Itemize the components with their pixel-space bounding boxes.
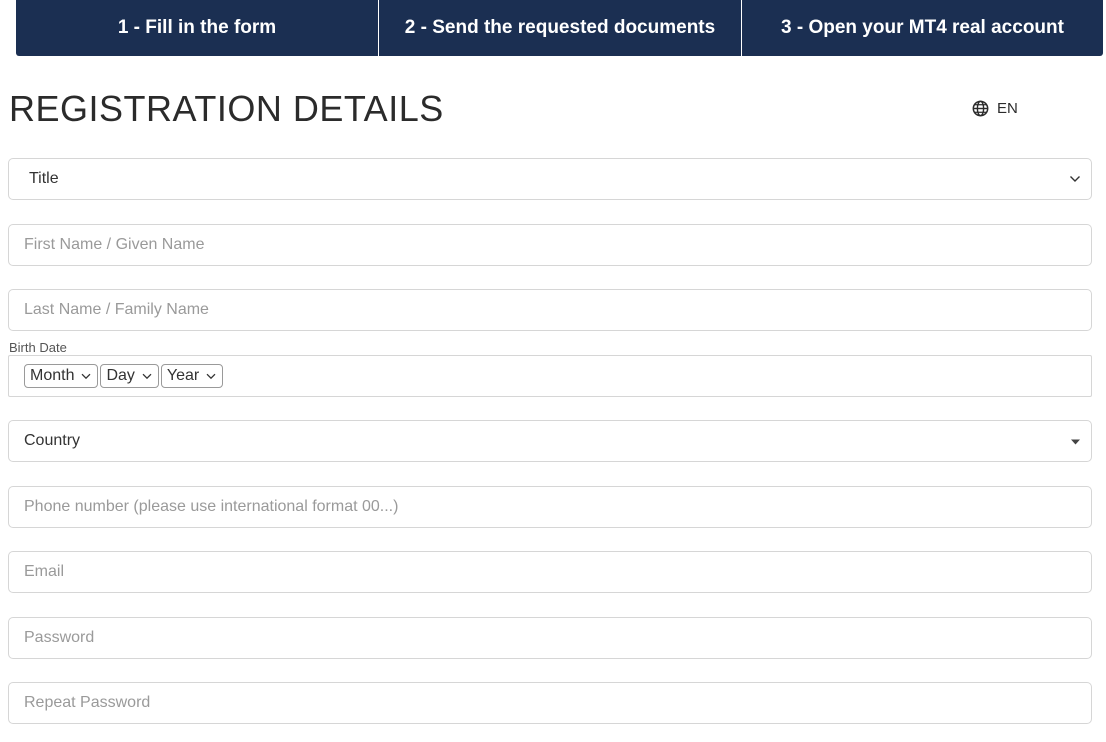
birth-month-value: Month (30, 367, 75, 384)
birth-year-value: Year (166, 367, 200, 384)
birth-date-group: Month Day Year (8, 355, 1092, 397)
step-fill-form[interactable]: 1 - Fill in the form (16, 0, 378, 56)
globe-icon (972, 100, 989, 117)
step-open-account[interactable]: 3 - Open your MT4 real account (741, 0, 1103, 56)
chevron-down-icon (142, 367, 152, 385)
title-select[interactable]: Title (8, 158, 1092, 200)
repeat-password-field[interactable]: Repeat Password (8, 682, 1092, 724)
email-field[interactable]: Email (8, 551, 1092, 593)
phone-field[interactable]: Phone number (please use international f… (8, 486, 1092, 528)
phone-placeholder: Phone number (please use international f… (24, 498, 399, 515)
chevron-down-icon (206, 367, 216, 385)
language-selector[interactable]: EN (972, 100, 1018, 117)
email-placeholder: Email (24, 563, 65, 580)
language-code: EN (997, 100, 1018, 117)
password-placeholder: Password (24, 629, 95, 646)
country-select-value: Country (24, 432, 81, 449)
last-name-placeholder: Last Name / Family Name (24, 301, 209, 318)
chevron-down-icon (1069, 170, 1081, 188)
last-name-field[interactable]: Last Name / Family Name (8, 289, 1092, 331)
birth-year-select[interactable]: Year (160, 364, 224, 388)
birth-day-select[interactable]: Day (100, 364, 159, 388)
country-select[interactable]: Country (8, 420, 1092, 462)
birth-date-label: Birth Date (9, 340, 67, 355)
password-field[interactable]: Password (8, 617, 1092, 659)
first-name-field[interactable]: First Name / Given Name (8, 224, 1092, 266)
page-title: REGISTRATION DETAILS (9, 88, 444, 129)
steps-bar: 1 - Fill in the form 2 - Send the reques… (16, 0, 1103, 56)
step-send-documents[interactable]: 2 - Send the requested documents (378, 0, 741, 56)
chevron-down-icon (81, 367, 91, 385)
title-select-value: Title (29, 170, 59, 187)
first-name-placeholder: First Name / Given Name (24, 236, 205, 253)
repeat-password-placeholder: Repeat Password (24, 694, 151, 711)
birth-day-value: Day (106, 367, 135, 384)
caret-down-icon (1070, 432, 1081, 450)
birth-month-select[interactable]: Month (24, 364, 99, 388)
